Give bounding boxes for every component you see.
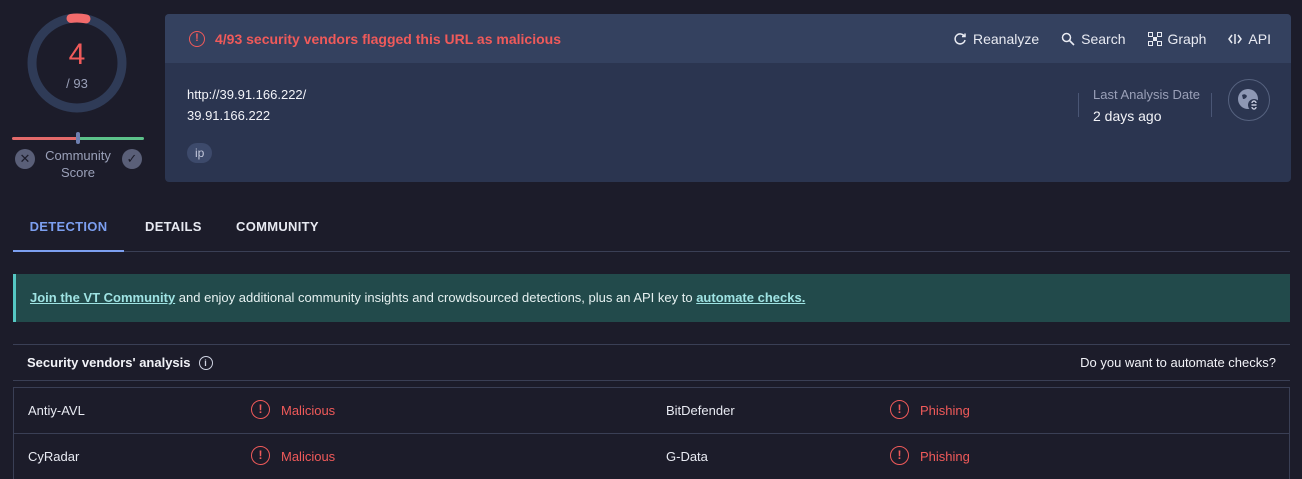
graph-button[interactable]: Graph <box>1147 30 1207 47</box>
alert-icon: ! <box>251 446 270 465</box>
table-row: CyRadar ! Malicious G-Data ! Phishing <box>14 434 1289 479</box>
result-tabs: DETECTION DETAILS COMMUNITY <box>13 208 1290 252</box>
vendor-name: Antiy-AVL <box>28 403 85 418</box>
last-analysis-value: 2 days ago <box>1093 108 1162 124</box>
vendors-header: Security vendors' analysis i Do you want… <box>13 345 1290 381</box>
tab-detection[interactable]: DETECTION <box>13 208 124 252</box>
vendor-name: G-Data <box>666 449 708 464</box>
target-host[interactable]: 39.91.166.222 <box>187 108 270 123</box>
vendor-name: CyRadar <box>28 449 80 464</box>
url-summary-card: ! 4/93 security vendors flagged this URL… <box>165 14 1291 182</box>
search-label: Search <box>1081 30 1126 47</box>
api-button[interactable]: API <box>1228 31 1271 47</box>
alert-icon: ! <box>890 446 909 465</box>
target-url[interactable]: http://39.91.166.222/ <box>187 87 306 102</box>
tab-community[interactable]: COMMUNITY <box>236 208 319 252</box>
vendor-name: BitDefender <box>666 403 735 418</box>
tag-ip[interactable]: ip <box>187 143 213 163</box>
alert-icon: ! <box>890 400 909 419</box>
alert-header: ! 4/93 security vendors flagged this URL… <box>165 14 1291 63</box>
alert-icon: ! <box>189 30 205 47</box>
globe-link-icon <box>1228 79 1270 121</box>
vendors-title: Security vendors' analysis <box>27 355 191 370</box>
info-icon[interactable]: i <box>198 355 213 370</box>
graph-icon <box>1147 31 1162 46</box>
reanalyze-button[interactable]: Reanalyze <box>953 31 1039 47</box>
vote-harmful-icon[interactable]: ✕ <box>15 149 35 169</box>
search-button[interactable]: Search <box>1061 30 1126 47</box>
join-community-link[interactable]: Join the VT Community <box>30 290 175 305</box>
vendor-result: Phishing <box>920 403 970 418</box>
detection-total: / 93 <box>66 76 88 91</box>
reanalyze-label: Reanalyze <box>972 30 1040 47</box>
community-banner: Join the VT Community and enjoy addition… <box>13 274 1290 322</box>
divider <box>1211 93 1212 117</box>
detection-count: 4 <box>68 38 86 71</box>
automate-checks-question[interactable]: Do you want to automate checks? <box>1080 355 1276 370</box>
graph-label: Graph <box>1167 30 1207 47</box>
refresh-icon <box>953 32 967 46</box>
search-icon <box>1061 32 1075 46</box>
vendor-result: Malicious <box>281 449 336 464</box>
header-actions: Reanalyze Search Graph API <box>953 31 1271 47</box>
vote-harmless-icon[interactable]: ✓ <box>122 149 142 169</box>
vendor-result: Phishing <box>920 449 970 464</box>
api-label: API <box>1248 30 1271 47</box>
community-score-marker <box>76 132 80 144</box>
alert-text: 4/93 security vendors flagged this URL a… <box>215 30 561 47</box>
last-analysis-label: Last Analysis Date <box>1093 87 1200 102</box>
automate-checks-link[interactable]: automate checks. <box>696 290 805 305</box>
community-score-label: Community Score <box>45 148 111 180</box>
banner-text: and enjoy additional community insights … <box>175 290 697 305</box>
vendor-result: Malicious <box>281 403 336 418</box>
tab-details[interactable]: DETAILS <box>145 208 202 252</box>
table-row: Antiy-AVL ! Malicious BitDefender ! Phis… <box>14 388 1289 434</box>
alert-icon: ! <box>251 400 270 419</box>
security-vendors-section: Security vendors' analysis i Do you want… <box>13 344 1290 479</box>
vendors-table: Antiy-AVL ! Malicious BitDefender ! Phis… <box>13 387 1290 479</box>
api-icon <box>1228 32 1243 46</box>
divider <box>1078 93 1079 117</box>
target-details: http://39.91.166.222/ 39.91.166.222 ip L… <box>165 63 1291 182</box>
